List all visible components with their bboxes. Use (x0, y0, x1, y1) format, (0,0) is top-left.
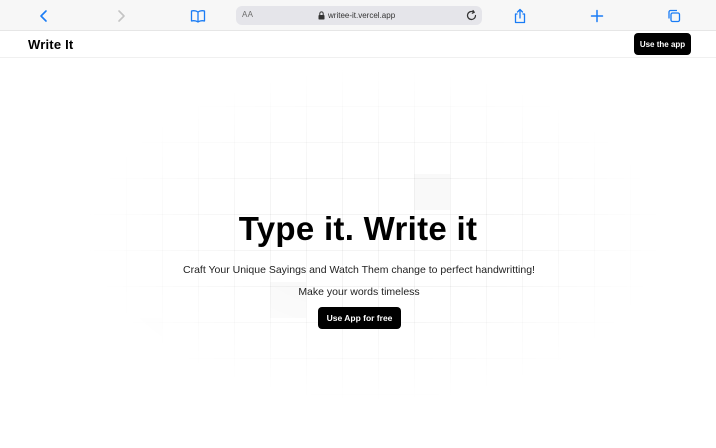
hero-title: Type it. Write it (238, 210, 478, 247)
browser-toolbar: AA writee-it.vercel.app (0, 0, 716, 31)
book-icon[interactable] (187, 5, 209, 27)
tabs-icon[interactable] (663, 5, 685, 27)
chevron-left-icon[interactable] (33, 5, 55, 27)
text-size-button[interactable]: AA (242, 10, 253, 19)
use-app-for-free-button[interactable]: Use App for free (318, 307, 401, 329)
url-text: writee-it.vercel.app (328, 11, 396, 20)
hero-subtitle: Craft Your Unique Sayings and Watch Them… (183, 264, 535, 276)
brand-logo[interactable]: Write It (28, 37, 73, 52)
hero-tagline: Make your words timeless (298, 286, 420, 298)
use-the-app-button[interactable]: Use the app (634, 33, 691, 55)
plus-icon[interactable] (586, 5, 608, 27)
site-header: Write It Use the app (0, 31, 716, 58)
share-icon[interactable] (509, 5, 531, 27)
lock-icon (318, 7, 325, 25)
reload-icon[interactable] (465, 9, 478, 22)
address-bar[interactable]: AA writee-it.vercel.app (236, 6, 482, 25)
chevron-right-icon[interactable] (110, 5, 132, 27)
